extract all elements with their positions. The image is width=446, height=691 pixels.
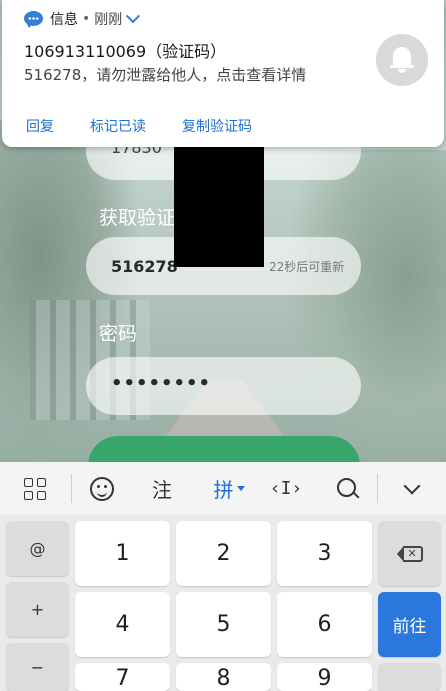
emoji-icon[interactable]: [80, 462, 124, 515]
redaction-box: [174, 129, 264, 267]
annotate-label: 注: [152, 478, 172, 502]
go-key[interactable]: 前往: [378, 592, 441, 657]
key-at[interactable]: @: [6, 521, 69, 576]
message-icon: [24, 10, 43, 28]
key-2[interactable]: 2: [176, 521, 271, 586]
key-plus[interactable]: +: [6, 582, 69, 637]
toolbar-divider: [377, 474, 378, 503]
notification-sender: 106913110069（验证码）: [24, 42, 227, 61]
key-8[interactable]: 8: [176, 663, 271, 691]
cursor-move-label: ‹I›: [269, 478, 303, 499]
key-7[interactable]: 7: [75, 663, 170, 691]
mark-read-button[interactable]: 标记已读: [90, 116, 146, 136]
annotate-button[interactable]: 注: [140, 462, 184, 515]
resend-countdown: 22秒后可重新: [269, 260, 345, 274]
pinyin-label: 拼: [213, 478, 234, 502]
keyboard-toolbar: 注 拼 ‹I›: [0, 462, 446, 515]
chevron-down-icon[interactable]: [126, 9, 141, 24]
toolbar-divider: [71, 474, 72, 503]
key-minus[interactable]: −: [6, 643, 69, 691]
verification-code-value: 516278: [111, 257, 178, 276]
key-6[interactable]: 6: [277, 592, 372, 657]
copy-code-button[interactable]: 复制验证码: [182, 116, 252, 136]
collapse-keyboard-icon[interactable]: [390, 462, 434, 515]
password-label: 密码: [99, 323, 138, 345]
backspace-icon: ✕: [396, 545, 423, 562]
key-5[interactable]: 5: [176, 592, 271, 657]
notification-header: 信息 • 刚刚: [24, 9, 141, 29]
pinyin-mode-button[interactable]: 拼: [204, 462, 254, 515]
header-separator: •: [82, 11, 91, 27]
notification-time: 刚刚: [94, 12, 123, 28]
backspace-key[interactable]: ✕: [378, 521, 441, 586]
key-4[interactable]: 4: [75, 592, 170, 657]
password-field[interactable]: ••••••••: [86, 357, 361, 415]
search-icon[interactable]: [326, 462, 370, 515]
key-extra[interactable]: [378, 663, 441, 691]
cursor-move-icon[interactable]: ‹I›: [264, 462, 308, 515]
bell-icon: [376, 34, 428, 86]
notification-body: 516278，请勿泄露给他人，点击查看详情: [24, 66, 307, 84]
key-3[interactable]: 3: [277, 521, 372, 586]
sms-notification[interactable]: 信息 • 刚刚 106913110069（验证码） 516278，请勿泄露给他人…: [2, 0, 444, 147]
grid-menu-icon[interactable]: [14, 462, 56, 515]
key-1[interactable]: 1: [75, 521, 170, 586]
app-name: 信息: [50, 12, 78, 28]
numeric-keyboard: @ + − 1 2 3 4 5 6 7 8 9 ✕ 前往: [0, 515, 446, 691]
password-value: ••••••••: [111, 373, 212, 394]
notification-actions: 回复 标记已读 复制验证码: [26, 116, 252, 136]
key-9[interactable]: 9: [277, 663, 372, 691]
reply-button[interactable]: 回复: [26, 116, 54, 136]
caret-down-icon: [236, 486, 245, 491]
